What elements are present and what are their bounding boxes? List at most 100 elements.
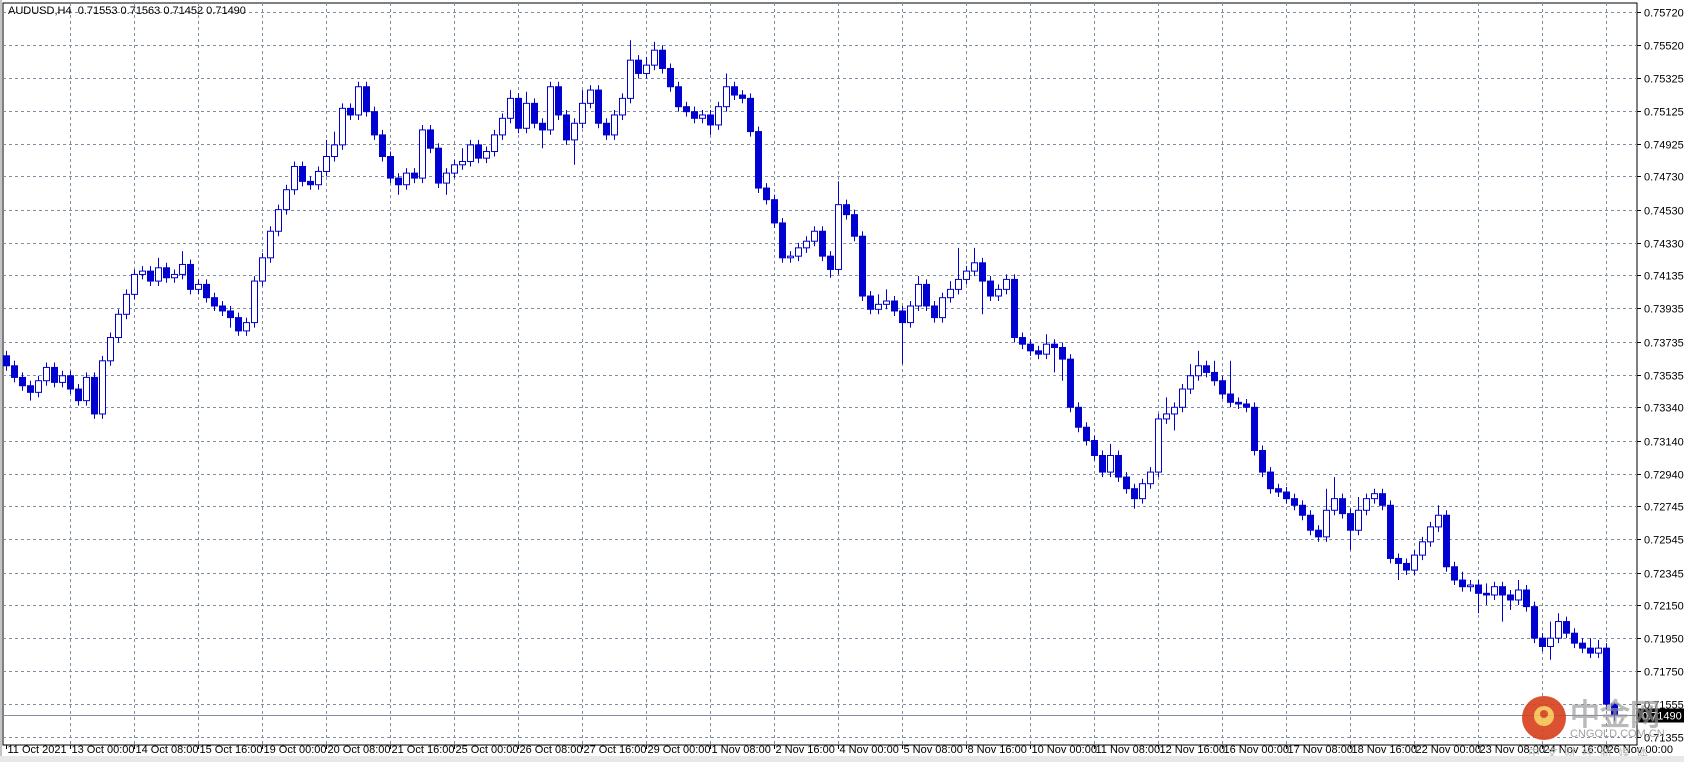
candle-body-bear	[147, 270, 154, 282]
candle-body-bear	[67, 375, 74, 390]
candle	[963, 266, 970, 285]
candle	[899, 305, 906, 365]
candle-body-bull	[1427, 526, 1434, 543]
y-tick-label: 0.73140	[1644, 437, 1684, 449]
x-tick-label: 27 Oct 16:00	[584, 744, 647, 756]
candle-body-bull	[715, 106, 722, 126]
candle-body-bear	[987, 280, 994, 297]
candle	[163, 262, 170, 283]
candle	[667, 63, 674, 92]
candle-body-bull	[339, 107, 346, 146]
y-tick-label: 0.75125	[1644, 107, 1684, 119]
y-tick-label: 0.73340	[1644, 403, 1684, 415]
candle	[979, 257, 986, 315]
candle-body-bull	[179, 263, 186, 275]
candle-body-bull	[1419, 541, 1426, 556]
candle-body-bear	[1403, 562, 1410, 571]
candle-body-bull	[723, 86, 730, 108]
candle	[563, 109, 570, 145]
candle-body-bear	[779, 222, 786, 259]
candle-body-bear	[395, 177, 402, 186]
candle-body-bull	[195, 283, 202, 290]
candle	[1555, 613, 1562, 644]
candle	[1419, 536, 1426, 561]
candle-body-bull	[283, 189, 290, 211]
candle	[331, 131, 338, 162]
candle	[707, 109, 714, 135]
candle	[467, 139, 474, 167]
candle-body-bear	[219, 305, 226, 312]
x-tick-label: 10 Nov 00:00	[1032, 744, 1097, 756]
candle-body-bear	[923, 283, 930, 307]
candle-body-bull	[1179, 388, 1186, 408]
candle-body-bear	[603, 122, 610, 136]
x-tick-label: 16 Nov 00:00	[1224, 744, 1289, 756]
candle-body-bear	[1011, 278, 1018, 339]
candle	[1003, 274, 1010, 295]
candle	[1131, 483, 1138, 509]
candle	[603, 118, 610, 140]
candle	[763, 183, 770, 205]
candle-body-bear	[307, 180, 314, 186]
candle	[915, 276, 922, 311]
x-tick-label: 13 Oct 00:00	[72, 744, 135, 756]
candle-body-bull	[1363, 498, 1370, 511]
candle	[483, 146, 490, 164]
candle-body-bear	[707, 114, 714, 126]
candle	[147, 266, 154, 287]
y-tick-label: 0.73935	[1644, 304, 1684, 316]
y-tick-label: 0.72150	[1644, 601, 1684, 613]
candle	[947, 281, 954, 303]
candle-body-bull	[1555, 621, 1562, 639]
candle	[1171, 402, 1178, 431]
candle	[187, 259, 194, 295]
candle-body-bull	[1107, 454, 1114, 473]
candle-body-bear	[187, 263, 194, 290]
candle-body-bull	[907, 305, 914, 324]
candle-body-bear	[1291, 498, 1298, 506]
candle-body-bull	[171, 273, 178, 279]
candle	[1563, 616, 1570, 639]
candle	[1099, 450, 1106, 478]
candle	[1147, 467, 1154, 489]
candle	[19, 372, 26, 391]
candle	[491, 129, 498, 157]
candle-body-bull	[451, 164, 458, 174]
candle-body-bear	[539, 122, 546, 131]
candle-body-bear	[763, 187, 770, 201]
candle	[1347, 508, 1354, 551]
y-tick-label: 0.72940	[1644, 470, 1684, 482]
candle-body-bear	[771, 199, 778, 224]
candle-body-bull	[259, 257, 266, 282]
candle-body-bull	[1371, 493, 1378, 500]
candle	[1515, 580, 1522, 605]
candle-body-bull	[1467, 584, 1474, 588]
candle-body-bull	[1547, 637, 1554, 647]
candle-body-bear	[235, 317, 242, 332]
candle-body-bear	[163, 267, 170, 279]
candle-body-bear	[1307, 514, 1314, 531]
candle	[499, 113, 506, 140]
candle-body-bear	[1283, 491, 1290, 500]
y-tick-label: 0.74925	[1644, 140, 1684, 152]
candle	[67, 370, 74, 395]
y-tick-label: 0.75520	[1644, 41, 1684, 53]
candle-body-bear	[1395, 557, 1402, 564]
y-tick-label: 0.74135	[1644, 271, 1684, 283]
candle	[715, 101, 722, 130]
candle-body-bear	[683, 106, 690, 113]
candle-body-bull	[787, 255, 794, 259]
candle-body-bear	[1259, 449, 1266, 473]
candle	[459, 148, 466, 170]
candle-body-bull	[883, 300, 890, 305]
candle-body-bear	[1443, 514, 1450, 568]
candle	[355, 81, 362, 120]
candlestick-chart[interactable]: 0.75720 0.75520 0.75325 0.75125 0.74925 0.747…	[0, 0, 1684, 762]
candle	[1267, 467, 1274, 494]
candle-body-bear	[1483, 592, 1490, 596]
candle-body-bull	[1411, 554, 1418, 571]
candle-body-bull	[1139, 483, 1146, 500]
candle-body-bull	[811, 230, 818, 242]
x-tick-label: 12 Nov 16:00	[1160, 744, 1225, 756]
candle	[747, 93, 754, 137]
